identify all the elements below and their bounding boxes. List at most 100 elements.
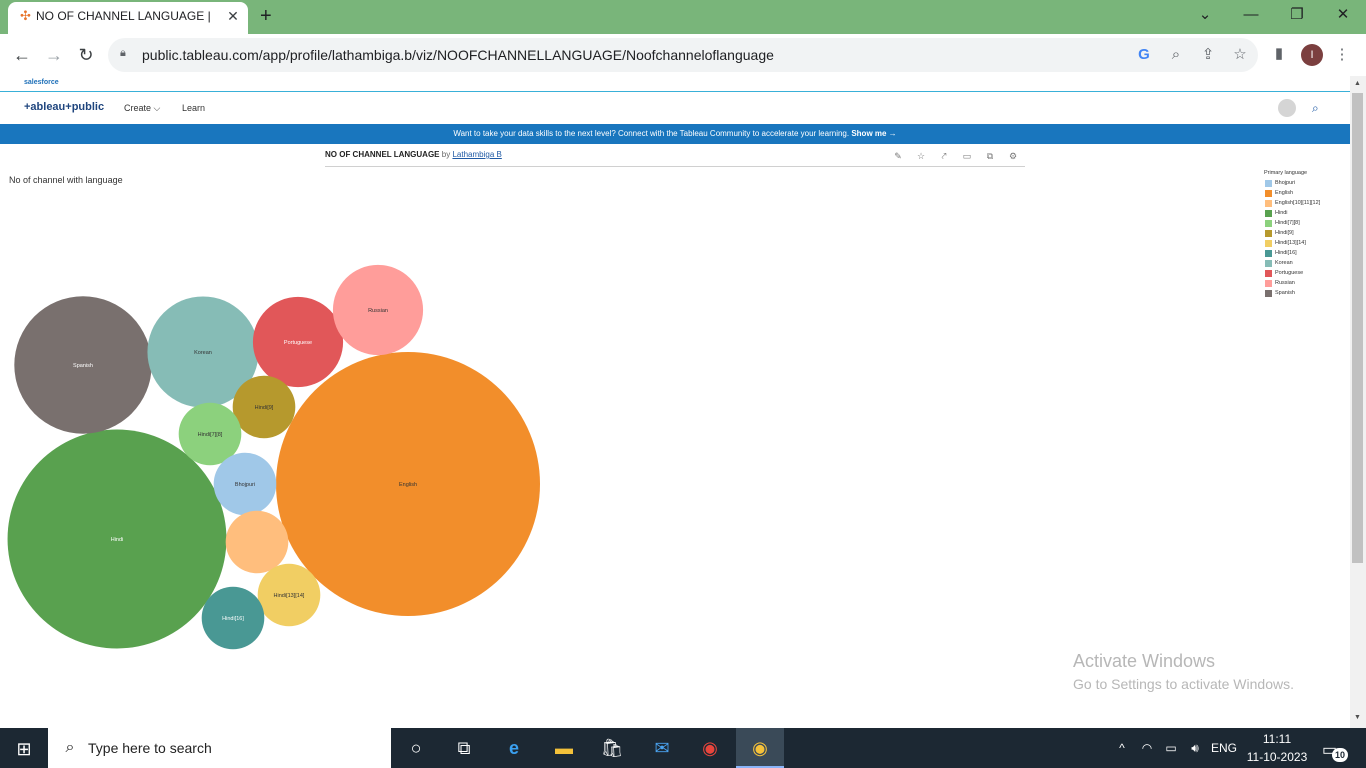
legend-label: Bhojpuri	[1275, 180, 1296, 186]
legend-label: Hindi[16]	[1275, 250, 1297, 256]
site-search-icon[interactable]: ⌕	[1312, 101, 1326, 115]
back-icon[interactable]: ←	[10, 44, 34, 66]
bubble-label: Spanish	[73, 363, 93, 369]
bookmark-star-icon[interactable]: ☆	[1229, 45, 1251, 65]
share-viz-icon[interactable]: ⤤	[938, 150, 950, 162]
side-panel-icon[interactable]: ▮	[1268, 44, 1290, 64]
battery-icon[interactable]: ▭	[1162, 740, 1180, 756]
legend-swatch	[1265, 260, 1272, 267]
settings-icon[interactable]: ⚙	[1007, 150, 1019, 162]
nav-create[interactable]: Create ⌵	[124, 103, 174, 115]
promo-banner-message: Want to take your data skills to the nex…	[453, 129, 850, 138]
tableau-public-logo[interactable]: +ableau+public	[24, 101, 114, 115]
bubble-chart: English Hindi Spanish Korean Portuguese Russi…	[7, 264, 540, 650]
legend-swatch	[1265, 210, 1272, 217]
legend-title: Primary language	[1264, 170, 1308, 176]
legend-item[interactable]: Hindi[7][8]	[1265, 219, 1350, 228]
windows-icon: ⊞	[16, 739, 32, 759]
input-language[interactable]: ENG	[1208, 740, 1240, 756]
legend-item[interactable]: English[10][11][12]	[1265, 199, 1350, 208]
show-hidden-icons[interactable]: ^	[1114, 740, 1130, 756]
cortana-button[interactable]: ○	[392, 728, 440, 768]
legend-swatch	[1265, 250, 1272, 257]
store-icon: 🛍︎	[600, 738, 624, 758]
bubble-label: Hindi[13][14]	[274, 593, 305, 599]
legend-item[interactable]: Russian	[1265, 279, 1350, 288]
viz-title-bar: NO OF CHANNEL LANGUAGE by Lathambiga B	[325, 150, 725, 162]
mail-button[interactable]: ✉	[638, 728, 686, 768]
chrome-profile-icon: ◉	[752, 738, 768, 758]
minimize-icon[interactable]: —	[1231, 4, 1271, 26]
activate-windows-title: Activate Windows	[1073, 651, 1216, 671]
legend-item[interactable]: Korean	[1265, 259, 1350, 268]
profile-avatar[interactable]: I	[1301, 44, 1323, 66]
search-icon: ⌕	[65, 739, 75, 756]
task-view-button[interactable]: ⧉	[440, 728, 488, 768]
legend-label: Russian	[1275, 280, 1295, 286]
show-me-link[interactable]: Show me →	[851, 129, 896, 138]
volume-icon[interactable]: 🔊︎	[1186, 740, 1204, 756]
legend-item[interactable]: Hindi[16]	[1265, 249, 1350, 258]
edit-icon[interactable]: ✎	[892, 150, 904, 162]
user-avatar-icon[interactable]	[1278, 99, 1296, 117]
legend-label: Spanish	[1275, 290, 1295, 296]
chrome-profile-button[interactable]: ◉	[736, 728, 784, 768]
sheet-title: No of channel with language	[9, 175, 123, 185]
legend-label: Korean	[1275, 260, 1293, 266]
nav-create-label: Create	[124, 103, 152, 113]
store-button[interactable]: 🛍︎	[588, 728, 636, 768]
zoom-icon[interactable]: ⌕	[1165, 45, 1187, 65]
share-icon[interactable]: ⇪	[1197, 45, 1219, 65]
legend-item[interactable]: Hindi[13][14]	[1265, 239, 1350, 248]
chrome-icon: ◉	[702, 738, 718, 758]
new-tab-button[interactable]: +	[260, 5, 280, 27]
bubble-label: English	[399, 482, 417, 488]
legend-swatch	[1265, 290, 1272, 297]
forward-icon[interactable]: →	[42, 44, 66, 66]
clock-time[interactable]: 11:11	[1252, 732, 1302, 746]
legend-item[interactable]: Hindi	[1265, 209, 1350, 218]
legend-swatch	[1265, 230, 1272, 237]
copy-icon[interactable]: ⧉	[984, 150, 996, 162]
url-text[interactable]: public.tableau.com/app/profile/lathambig…	[142, 47, 842, 65]
notification-count: 10	[1332, 748, 1348, 762]
legend-swatch	[1265, 180, 1272, 187]
edge-button[interactable]: e	[490, 728, 538, 768]
google-icon[interactable]: G	[1133, 45, 1155, 65]
legend-label: Hindi[9]	[1275, 230, 1294, 236]
file-explorer-button[interactable]: ▬	[540, 728, 588, 768]
edge-icon: e	[508, 738, 519, 758]
chrome-button[interactable]: ◉	[686, 728, 734, 768]
network-icon[interactable]: ◠	[1138, 740, 1156, 756]
legend-item[interactable]: Bhojpuri	[1265, 179, 1350, 188]
legend-item[interactable]: Portuguese	[1265, 269, 1350, 278]
bubble-unlabeled[interactable]	[225, 510, 289, 574]
nav-learn[interactable]: Learn	[182, 103, 222, 115]
legend-swatch	[1265, 220, 1272, 227]
tab-search-icon[interactable]: ⌄	[1185, 4, 1225, 26]
task-view-icon: ⧉	[457, 738, 471, 758]
clock-date[interactable]: 11-10-2023	[1244, 750, 1310, 764]
legend-item[interactable]: English	[1265, 189, 1350, 198]
comment-icon[interactable]: ▭	[961, 150, 973, 162]
reload-icon[interactable]: ↻	[74, 44, 98, 66]
close-window-icon[interactable]: ✕	[1323, 4, 1363, 26]
legend-label: Hindi[13][14]	[1275, 240, 1306, 246]
close-tab-icon[interactable]: ✕	[224, 7, 242, 25]
salesforce-logo[interactable]: salesforce	[24, 79, 84, 89]
scroll-up-icon[interactable]: ▲	[1352, 80, 1363, 90]
browser-menu-icon[interactable]: ⋮	[1331, 45, 1353, 65]
bubble-label: Portuguese	[284, 340, 312, 346]
lock-icon[interactable]: 🔒︎	[120, 47, 132, 61]
scroll-down-icon[interactable]: ▼	[1352, 714, 1363, 724]
legend-item[interactable]: Spanish	[1265, 289, 1350, 298]
favorite-icon[interactable]: ☆	[915, 150, 927, 162]
legend-item[interactable]: Hindi[9]	[1265, 229, 1350, 238]
viz-title-divider	[325, 166, 1025, 167]
legend-label: English[10][11][12]	[1275, 200, 1321, 206]
mail-icon: ✉	[654, 738, 670, 758]
viz-title: NO OF CHANNEL LANGUAGE	[325, 150, 440, 159]
viz-author-link[interactable]: Lathambiga B	[452, 150, 501, 159]
restore-icon[interactable]: ❐	[1277, 4, 1317, 26]
scrollbar-thumb[interactable]	[1352, 93, 1363, 563]
